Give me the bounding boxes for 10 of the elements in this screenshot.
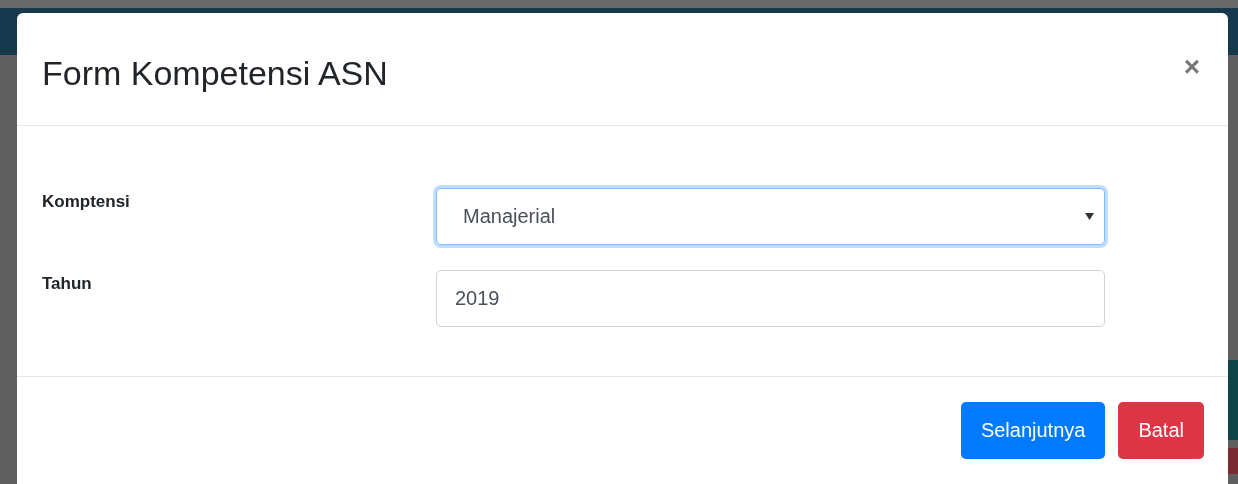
- next-button[interactable]: Selanjutnya: [960, 402, 1106, 459]
- cancel-button[interactable]: Batal: [1118, 402, 1204, 459]
- close-button[interactable]: ×: [1183, 53, 1200, 81]
- caret-icon: [1085, 213, 1094, 220]
- select-field[interactable]: Manajerial: [436, 188, 1105, 245]
- input-field[interactable]: 2019: [436, 270, 1105, 327]
- page-badge: [1228, 448, 1238, 474]
- modal-title: Form Kompetensi ASN: [42, 53, 388, 94]
- field-label: Komptensi: [42, 191, 131, 212]
- field-label: Tahun: [42, 273, 93, 294]
